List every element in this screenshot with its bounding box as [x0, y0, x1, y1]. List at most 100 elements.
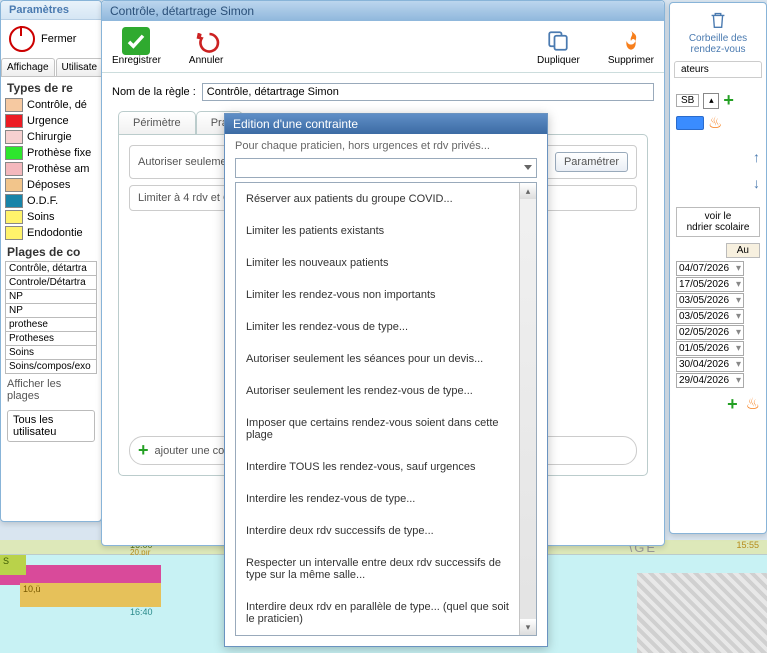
- parameters-title: Paramètres: [1, 1, 101, 20]
- color-swatch: [5, 210, 23, 224]
- dropdown-option[interactable]: Autoriser seulement les rendez-vous de t…: [236, 375, 536, 407]
- toggle-icon[interactable]: [676, 116, 704, 130]
- color-swatch: [5, 178, 23, 192]
- dropdown-option[interactable]: Limiter les patients existants: [236, 215, 536, 247]
- date-cell[interactable]: 17/05/2026▾: [676, 277, 744, 292]
- popup-title: Edition d'une contrainte: [225, 114, 547, 134]
- chevron-down-icon[interactable]: ▾: [736, 327, 741, 338]
- all-users[interactable]: Tous les utilisateu: [7, 410, 95, 442]
- duplicate-icon: [544, 27, 572, 55]
- date-cell[interactable]: 03/05/2026▾: [676, 293, 744, 308]
- undo-icon: [192, 27, 220, 55]
- row-sb: SB ▴ +: [676, 90, 760, 111]
- arrow-down-icon[interactable]: ↓: [753, 175, 760, 191]
- plage-item[interactable]: NP: [5, 303, 97, 317]
- trash-appointments[interactable]: Corbeille des rendez-vous: [670, 3, 766, 61]
- dropdown-option[interactable]: Interdire deux rdv en parallèle de type.…: [236, 591, 536, 635]
- chevron-down-icon[interactable]: ▾: [736, 279, 741, 290]
- flame-icon-2[interactable]: ♨: [746, 394, 760, 415]
- dropdown-option[interactable]: Limiter les rendez-vous non importants: [236, 279, 536, 311]
- rule-name-label: Nom de la règle :: [112, 86, 196, 98]
- close-row[interactable]: Fermer: [1, 20, 101, 58]
- dropdown-option[interactable]: Réserver aux patients du groupe COVID...: [236, 183, 536, 215]
- au-cell[interactable]: Au: [726, 243, 760, 258]
- scroll-up-icon[interactable]: ▴: [520, 183, 536, 199]
- type-item[interactable]: Prothèse am: [5, 161, 97, 177]
- type-item[interactable]: O.D.F.: [5, 193, 97, 209]
- chevron-down-icon[interactable]: ▾: [736, 263, 741, 274]
- popup-hint: Pour chaque praticien, hors urgences et …: [225, 134, 547, 158]
- type-item[interactable]: Déposes: [5, 177, 97, 193]
- parameters-window: Paramètres Fermer Affichage Utilisate Ty…: [0, 0, 102, 522]
- scrollbar[interactable]: ▴ ▾: [519, 183, 536, 635]
- trash-icon: [707, 9, 729, 31]
- dropdown-option[interactable]: Interdire TOUS les rendez-vous, sauf urg…: [236, 451, 536, 483]
- flame-icon[interactable]: ♨: [708, 113, 722, 133]
- toolbar: Enregistrer Annuler Dupliquer Supprimer: [102, 21, 664, 73]
- rule-name-row: Nom de la règle :: [102, 73, 664, 111]
- type-item[interactable]: Urgence: [5, 113, 97, 129]
- plus-icon-2[interactable]: +: [727, 394, 738, 415]
- parametrer-button[interactable]: Paramétrer: [555, 152, 628, 172]
- save-button[interactable]: Enregistrer: [112, 27, 161, 66]
- show-plages-label: Afficher les plages: [1, 374, 101, 406]
- dropdown-option[interactable]: Interdire deux rdv successifs de type...: [236, 515, 536, 547]
- type-item[interactable]: Endodontie: [5, 225, 97, 241]
- dropdown-option[interactable]: Autoriser seulement les séances pour un …: [236, 343, 536, 375]
- dropdown-option[interactable]: Imposer que certains rendez-vous soient …: [236, 407, 536, 451]
- date-cell[interactable]: 02/05/2026▾: [676, 325, 744, 340]
- rule-name-input[interactable]: [202, 83, 654, 101]
- delete-button[interactable]: Supprimer: [608, 27, 654, 66]
- dropdown-option[interactable]: Respecter un intervalle entre deux rdv s…: [236, 547, 536, 591]
- power-icon: [9, 26, 35, 52]
- color-swatch: [5, 162, 23, 176]
- date-cell[interactable]: 03/05/2026▾: [676, 309, 744, 324]
- scroll-down-icon[interactable]: ▾: [520, 619, 536, 635]
- date-cell[interactable]: 04/07/2026▾: [676, 261, 744, 276]
- chevron-down-icon[interactable]: ▾: [736, 375, 741, 386]
- dropdown-option[interactable]: Limiter les rendez-vous de type...: [236, 311, 536, 343]
- plus-icon[interactable]: +: [723, 90, 734, 111]
- plage-item[interactable]: Protheses: [5, 331, 97, 345]
- date-cell[interactable]: 01/05/2026▾: [676, 341, 744, 356]
- chevron-up-icon[interactable]: ▴: [703, 93, 719, 109]
- type-item[interactable]: Soins: [5, 209, 97, 225]
- plage-item[interactable]: Controle/Détartra: [5, 275, 97, 289]
- constraint-editor-popup: Edition d'une contrainte Pour chaque pra…: [224, 113, 548, 647]
- tab-affichage[interactable]: Affichage: [1, 58, 55, 76]
- date-cell[interactable]: 29/04/2026▾: [676, 373, 744, 388]
- tab-utilisateurs[interactable]: Utilisate: [56, 58, 104, 76]
- chevron-down-icon[interactable]: ▾: [736, 311, 741, 322]
- params-tabs: Affichage Utilisate: [1, 58, 101, 77]
- dates-list: 04/07/2026▾17/05/2026▾03/05/2026▾03/05/2…: [676, 261, 760, 388]
- cancel-button[interactable]: Annuler: [189, 27, 223, 66]
- tab-ateurs[interactable]: ateurs: [674, 61, 762, 78]
- types-heading: Types de re: [1, 77, 101, 97]
- type-item[interactable]: Chirurgie: [5, 129, 97, 145]
- chevron-down-icon[interactable]: ▾: [736, 295, 741, 306]
- plage-item[interactable]: NP: [5, 289, 97, 303]
- color-swatch: [5, 130, 23, 144]
- constraint-dropdown: Réserver aux patients du groupe COVID...…: [235, 182, 537, 636]
- dropdown-option[interactable]: Interdire les rendez-vous de type...: [236, 483, 536, 515]
- type-item[interactable]: Contrôle, dé: [5, 97, 97, 113]
- school-calendar[interactable]: voir le ndrier scolaire: [676, 207, 760, 237]
- dropdown-option[interactable]: Limiter les nouveaux patients: [236, 247, 536, 279]
- close-label: Fermer: [41, 33, 76, 45]
- plage-item[interactable]: prothese: [5, 317, 97, 331]
- plage-item[interactable]: Contrôle, détartra: [5, 261, 97, 275]
- date-cell[interactable]: 30/04/2026▾: [676, 357, 744, 372]
- tab-perimetre[interactable]: Périmètre: [118, 111, 196, 134]
- plages-heading: Plages de co: [1, 241, 101, 261]
- plus-add-icon: +: [138, 440, 149, 461]
- duplicate-button[interactable]: Dupliquer: [537, 27, 580, 66]
- chevron-down-icon[interactable]: ▾: [736, 359, 741, 370]
- plage-item[interactable]: Soins: [5, 345, 97, 359]
- flame-delete-icon: [617, 27, 645, 55]
- chevron-down-icon[interactable]: ▾: [736, 343, 741, 354]
- arrow-up-icon[interactable]: ↑: [753, 149, 760, 165]
- color-swatch: [5, 114, 23, 128]
- plage-item[interactable]: Soins/compos/exo: [5, 359, 97, 374]
- constraint-type-combo[interactable]: [235, 158, 537, 178]
- type-item[interactable]: Prothèse fixe: [5, 145, 97, 161]
